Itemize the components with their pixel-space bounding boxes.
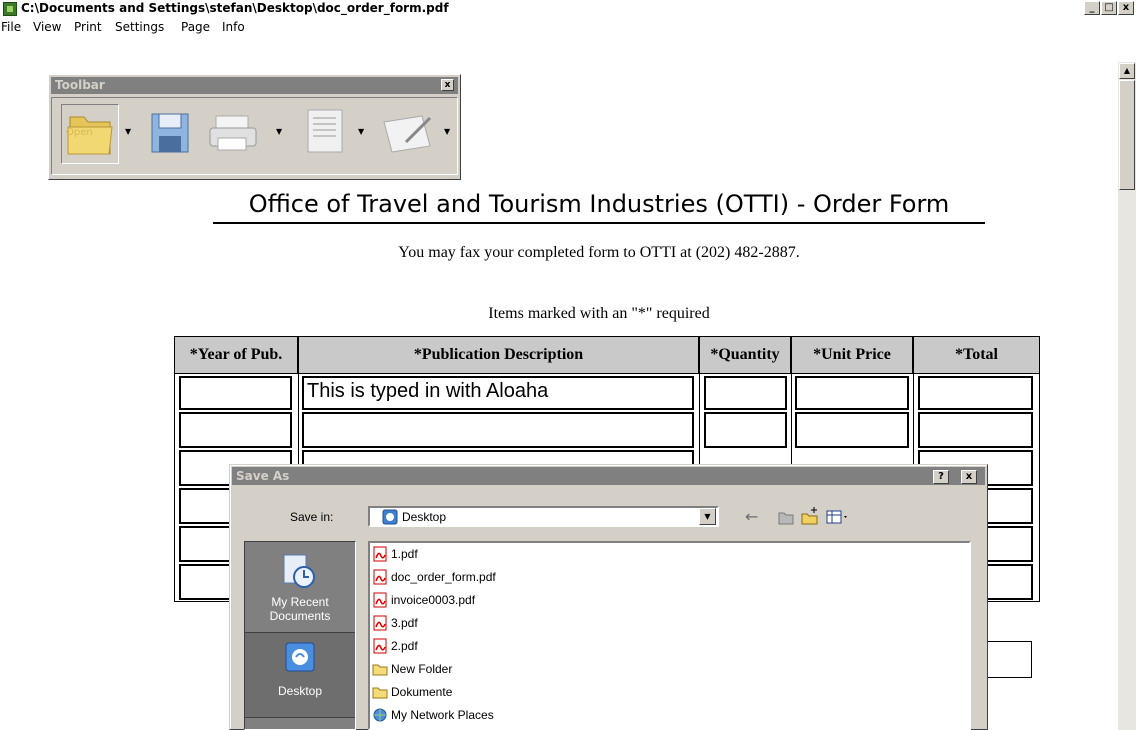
- unit-price-field-row-2[interactable]: [795, 412, 909, 448]
- header-publication-description: *Publication Description: [298, 336, 699, 374]
- sign-pen-icon: [383, 115, 432, 153]
- quantity-field-row-1[interactable]: [704, 376, 787, 410]
- toolbar-caption[interactable]: [51, 77, 458, 94]
- file-list-item[interactable]: Dokumente: [372, 683, 452, 701]
- pdf-icon: [372, 638, 388, 654]
- menu-page[interactable]: Page: [181, 20, 210, 34]
- folder-icon: [372, 684, 388, 700]
- file-name: New Folder: [391, 662, 453, 676]
- save-as-caption[interactable]: [232, 467, 985, 485]
- fax-instructions: You may fax your completed form to OTTI …: [398, 244, 800, 261]
- menu-settings[interactable]: Settings: [115, 20, 164, 34]
- title-underline: [213, 222, 985, 224]
- toolbar-close-button[interactable]: x: [441, 79, 454, 91]
- unit-price-field-row-1[interactable]: [795, 376, 909, 410]
- document-title: Office of Travel and Tourism Industries …: [248, 190, 950, 218]
- desktop-icon: [382, 509, 398, 529]
- pdf-icon: [372, 592, 388, 608]
- save-as-title: Save As: [236, 469, 290, 483]
- dialog-close-button[interactable]: x: [961, 470, 977, 484]
- help-button[interactable]: ?: [933, 470, 949, 484]
- total-field-row-2[interactable]: [918, 412, 1033, 448]
- open-label: Open: [66, 127, 93, 138]
- back-arrow-icon[interactable]: ←: [745, 507, 758, 526]
- header-year-of-pub: *Year of Pub.: [174, 336, 298, 374]
- file-list-item[interactable]: My Network Places: [372, 706, 494, 724]
- table-right-border: [1039, 374, 1040, 602]
- file-name: 3.pdf: [391, 616, 418, 630]
- file-name: 1.pdf: [391, 547, 418, 561]
- menu-file[interactable]: File: [1, 20, 21, 34]
- save-disk-icon: [151, 113, 189, 153]
- file-list-item[interactable]: 2.pdf: [372, 637, 418, 655]
- menu-bar: [0, 19, 1136, 37]
- header-total: *Total: [913, 336, 1040, 374]
- file-name: Dokumente: [391, 685, 453, 699]
- file-list-item[interactable]: 3.pdf: [372, 614, 418, 632]
- file-name: invoice0003.pdf: [391, 593, 476, 607]
- toolbar-title: Toolbar: [55, 78, 105, 92]
- places-my-recent-documents[interactable]: My Recent Documents: [245, 595, 355, 623]
- file-list-item[interactable]: New Folder: [372, 660, 452, 678]
- print-dropdown-arrow-icon[interactable]: ▼: [276, 127, 282, 136]
- print-button[interactable]: [206, 108, 268, 160]
- network-places-icon: [372, 707, 388, 723]
- typed-description-text: This is typed in with Aloaha: [307, 380, 549, 402]
- file-list-item[interactable]: 1.pdf: [372, 545, 418, 563]
- required-note: Items marked with an "*" required: [488, 305, 710, 322]
- page-view-button[interactable]: [300, 106, 352, 160]
- file-list-item[interactable]: doc_order_form.pdf: [372, 568, 496, 586]
- quantity-field-row-2[interactable]: [704, 412, 787, 448]
- folder-icon: [372, 661, 388, 677]
- maximize-button[interactable]: □: [1101, 1, 1117, 15]
- page-view-icon: [307, 109, 343, 153]
- view-menu-icon[interactable]: [826, 509, 850, 529]
- open-dropdown-arrow-icon[interactable]: ▼: [125, 127, 131, 136]
- save-in-label: Save in:: [290, 510, 334, 524]
- printer-icon: [209, 115, 257, 151]
- sign-dropdown-arrow-icon[interactable]: ▼: [444, 127, 450, 136]
- header-quantity: *Quantity: [699, 336, 791, 374]
- year-field-row-2[interactable]: [179, 412, 292, 448]
- minimize-button[interactable]: _: [1084, 1, 1100, 15]
- save-button[interactable]: [150, 108, 192, 160]
- file-name: doc_order_form.pdf: [391, 570, 496, 584]
- year-field-row-1[interactable]: [179, 376, 292, 410]
- menu-info[interactable]: Info: [222, 20, 245, 34]
- recent-documents-icon[interactable]: [282, 553, 316, 593]
- table-left-border: [174, 374, 175, 602]
- menu-view[interactable]: View: [33, 20, 61, 34]
- description-field-row-2[interactable]: [302, 412, 694, 448]
- new-folder-icon[interactable]: [800, 506, 820, 530]
- save-in-dropdown-arrow-icon[interactable]: ▼: [699, 508, 716, 525]
- total-field-row-1[interactable]: [918, 376, 1033, 410]
- pdf-icon: [372, 569, 388, 585]
- scroll-up-arrow-icon[interactable]: ▲: [1119, 63, 1135, 79]
- desktop-place-icon[interactable]: [284, 641, 316, 677]
- header-unit-price: *Unit Price: [791, 336, 913, 374]
- places-desktop[interactable]: Desktop: [245, 684, 355, 698]
- description-field-row-1[interactable]: This is typed in with Aloaha: [302, 376, 694, 410]
- file-list-item[interactable]: invoice0003.pdf: [372, 591, 475, 609]
- window-title: C:\Documents and Settings\stefan\Desktop…: [21, 1, 449, 15]
- file-name: My Network Places: [391, 708, 494, 722]
- app-icon[interactable]: [3, 2, 17, 16]
- menu-print[interactable]: Print: [74, 20, 102, 34]
- pdf-icon: [372, 546, 388, 562]
- save-in-value: Desktop: [402, 510, 447, 524]
- scroll-thumb[interactable]: [1119, 80, 1135, 190]
- up-folder-icon[interactable]: [778, 509, 794, 529]
- pdf-icon: [372, 615, 388, 631]
- page-view-dropdown-arrow-icon[interactable]: ▼: [358, 127, 364, 136]
- close-button[interactable]: x: [1118, 1, 1134, 15]
- sign-button[interactable]: [380, 108, 442, 160]
- file-name: 2.pdf: [391, 639, 418, 653]
